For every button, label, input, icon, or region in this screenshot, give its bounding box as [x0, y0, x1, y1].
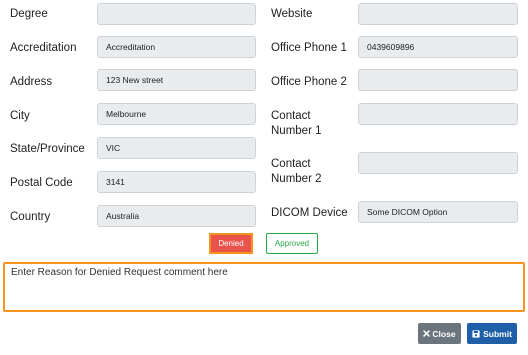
dicom-device-select[interactable]: Some DICOM Option [358, 201, 518, 223]
website-field[interactable] [358, 3, 518, 25]
label-contact-number-1-line1: Contact [271, 110, 311, 122]
label-dicom-device: DICOM Device [271, 207, 348, 219]
submit-button-label: Submit [483, 328, 512, 339]
label-state-province: State/Province [10, 143, 85, 155]
state-province-field[interactable]: VIC [97, 137, 256, 159]
address-field[interactable]: 123 New street [97, 69, 256, 91]
times-icon [423, 330, 431, 337]
accreditation-field[interactable]: Accreditation [97, 36, 256, 58]
label-postal-code: Postal Code [10, 177, 73, 189]
label-contact-number-1: Contact Number 1 [271, 109, 322, 139]
submit-button[interactable]: Submit [467, 323, 517, 344]
approved-button[interactable]: Approved [266, 233, 318, 254]
label-website: Website [271, 8, 313, 20]
label-office-phone-1: Office Phone 1 [271, 42, 347, 54]
denied-reason-textarea[interactable] [3, 262, 525, 312]
floppy-disk-icon [472, 329, 480, 338]
office-phone-1-field[interactable]: 0439609896 [358, 36, 518, 58]
label-office-phone-2: Office Phone 2 [271, 76, 347, 88]
label-contact-number-2: Contact Number 2 [271, 157, 322, 187]
label-city: City [10, 110, 30, 122]
label-degree: Degree [10, 8, 48, 20]
city-field[interactable]: Melbourne [97, 103, 256, 125]
postal-code-field[interactable]: 3141 [97, 171, 256, 193]
contact-number-2-field[interactable] [358, 152, 518, 174]
label-contact-number-1-line2: Number 1 [271, 125, 322, 137]
contact-number-1-field[interactable] [358, 103, 518, 125]
label-contact-number-2-line2: Number 2 [271, 173, 322, 185]
label-contact-number-2-line1: Contact [271, 158, 311, 170]
country-field[interactable]: Australia [97, 205, 256, 227]
label-country: Country [10, 211, 51, 223]
label-accreditation: Accreditation [10, 42, 77, 54]
close-button[interactable]: Close [418, 323, 461, 344]
degree-field[interactable] [97, 3, 256, 25]
label-address: Address [10, 76, 53, 88]
close-button-label: Close [432, 328, 456, 339]
denied-button[interactable]: Denied [209, 233, 253, 254]
office-phone-2-field[interactable] [358, 69, 518, 91]
